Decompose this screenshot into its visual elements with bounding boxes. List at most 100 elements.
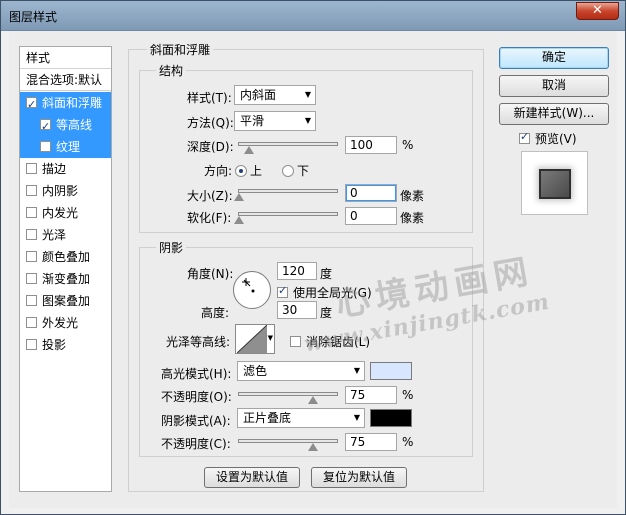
shadow-opacity-input[interactable]: 75 (345, 433, 397, 451)
sidebar-item-label: 颜色叠加 (42, 250, 91, 264)
chevron-down-icon: ▼ (304, 90, 311, 99)
sidebar-item[interactable]: 投影 (20, 334, 111, 356)
size-slider[interactable] (234, 189, 338, 201)
sidebar-item-label: 光泽 (42, 228, 67, 242)
highlight-mode-dropdown[interactable]: 滤色 ▼ (237, 361, 365, 381)
anti-alias-label: 消除锯齿(L) (306, 335, 371, 349)
chevron-down-icon: ▼ (353, 366, 360, 375)
checkbox-icon[interactable] (26, 273, 37, 284)
direction-up-radio[interactable]: 上 (235, 162, 262, 179)
checkbox-icon[interactable] (26, 163, 37, 174)
highlight-opacity-thumb[interactable] (307, 396, 318, 404)
preview-checkbox[interactable]: 预览(V) (519, 130, 577, 147)
depth-slider-thumb[interactable] (243, 146, 254, 154)
global-light-checkbox[interactable]: 使用全局光(G) (277, 284, 372, 301)
chevron-down-icon: ▼ (353, 413, 360, 422)
checkbox-icon[interactable] (26, 229, 37, 240)
chevron-down-icon: ▼ (304, 116, 311, 125)
global-light-label: 使用全局光(G) (293, 286, 372, 300)
depth-slider[interactable] (238, 142, 338, 154)
chevron-down-icon[interactable]: ▼ (265, 334, 273, 342)
checkbox-checked-icon[interactable] (40, 116, 51, 138)
checkbox-icon (290, 336, 301, 347)
direction-up-label: 上 (250, 164, 263, 178)
sidebar-item[interactable]: 纹理 (20, 136, 111, 158)
direction-down-radio[interactable]: 下 (282, 162, 309, 179)
sidebar-item[interactable]: 等高线 (20, 114, 111, 138)
shadow-opacity-label: 不透明度(C): (161, 437, 231, 451)
shadow-opacity-slider[interactable] (238, 439, 338, 451)
checkbox-icon[interactable] (26, 317, 37, 328)
soften-input[interactable]: 0 (345, 207, 397, 225)
window-title: 图层样式 (9, 10, 58, 24)
sidebar-item[interactable]: 图案叠加 (20, 290, 111, 312)
angle-input[interactable]: 120 (277, 262, 317, 280)
reset-default-button[interactable]: 复位为默认值 (311, 467, 407, 488)
checkbox-icon[interactable] (26, 207, 37, 218)
bevel-emboss-title: 斜面和浮雕 (147, 41, 214, 58)
technique-dropdown[interactable]: 平滑 ▼ (234, 111, 316, 131)
ok-button[interactable]: 确定 (499, 47, 609, 69)
crosshair-icon (242, 278, 255, 293)
sidebar-item[interactable]: 内发光 (20, 202, 111, 224)
gloss-contour-label: 光泽等高线: (166, 335, 231, 349)
technique-value: 平滑 (240, 114, 265, 128)
sidebar-item[interactable]: 斜面和浮雕 (20, 92, 111, 116)
checkbox-icon[interactable] (40, 141, 51, 152)
highlight-opacity-label: 不透明度(O): (161, 390, 232, 404)
sidebar-item[interactable]: 渐变叠加 (20, 268, 111, 290)
depth-label: 深度(D): (187, 140, 234, 154)
sidebar-item-label: 外发光 (42, 316, 79, 330)
highlight-opacity-percent: % (402, 388, 414, 402)
altitude-label: 高度: (201, 306, 230, 320)
checkbox-icon[interactable] (26, 295, 37, 306)
sidebar-item-label: 斜面和浮雕 (42, 96, 103, 110)
size-label: 大小(Z): (187, 189, 233, 203)
shadow-opacity-thumb[interactable] (307, 443, 318, 451)
close-button[interactable]: ✕ (576, 2, 619, 20)
soften-slider-thumb[interactable] (234, 216, 244, 224)
angle-dial[interactable] (233, 271, 271, 309)
radio-selected-icon (235, 165, 247, 177)
angle-unit: 度 (320, 267, 333, 281)
sidebar-item-label: 描边 (42, 162, 67, 176)
checkbox-checked-icon[interactable] (26, 94, 37, 116)
highlight-mode-value: 滤色 (243, 364, 268, 378)
technique-label: 方法(Q): (187, 116, 234, 130)
cancel-button[interactable]: 取消 (499, 75, 609, 97)
style-value: 内斜面 (240, 88, 277, 102)
highlight-color-swatch[interactable] (370, 362, 412, 380)
shadow-opacity-percent: % (402, 435, 414, 449)
checkbox-icon[interactable] (26, 339, 37, 350)
highlight-opacity-input[interactable]: 75 (345, 386, 397, 404)
altitude-input[interactable]: 30 (277, 301, 317, 319)
size-unit: 像素 (400, 189, 425, 203)
sidebar-item[interactable]: 颜色叠加 (20, 246, 111, 268)
checkbox-icon[interactable] (26, 185, 37, 196)
highlight-opacity-slider[interactable] (238, 392, 338, 404)
anti-alias-checkbox[interactable]: 消除锯齿(L) (290, 333, 370, 350)
sidebar-item[interactable]: 内阴影 (20, 180, 111, 202)
depth-input[interactable]: 100 (345, 136, 397, 154)
gloss-contour-picker[interactable]: ▼ (235, 324, 275, 354)
style-dropdown[interactable]: 内斜面 ▼ (234, 85, 316, 105)
style-list: 样式 混合选项:默认 斜面和浮雕等高线纹理描边内阴影内发光光泽颜色叠加渐变叠加图… (19, 46, 112, 492)
size-input[interactable]: 0 (345, 184, 397, 202)
soften-slider[interactable] (234, 212, 338, 224)
sidebar-item[interactable]: 描边 (20, 158, 111, 180)
new-style-button[interactable]: 新建样式(W)... (499, 103, 609, 125)
radio-icon (282, 165, 294, 177)
checkbox-icon[interactable] (26, 251, 37, 262)
styles-header[interactable]: 样式 (20, 47, 111, 69)
structure-title: 结构 (156, 62, 187, 79)
blending-options-item[interactable]: 混合选项:默认 (20, 69, 111, 91)
shadow-mode-dropdown[interactable]: 正片叠底 ▼ (237, 408, 365, 428)
layer-style-dialog: 图层样式 ✕ 样式 混合选项:默认 斜面和浮雕等高线纹理描边内阴影内发光光泽颜色… (0, 0, 626, 515)
shadow-color-swatch[interactable] (370, 409, 412, 427)
sidebar-item[interactable]: 光泽 (20, 224, 111, 246)
sidebar-item-label: 纹理 (56, 140, 81, 154)
shadow-mode-value: 正片叠底 (243, 411, 292, 425)
size-slider-thumb[interactable] (234, 193, 244, 201)
sidebar-item[interactable]: 外发光 (20, 312, 111, 334)
set-default-button[interactable]: 设置为默认值 (204, 467, 300, 488)
